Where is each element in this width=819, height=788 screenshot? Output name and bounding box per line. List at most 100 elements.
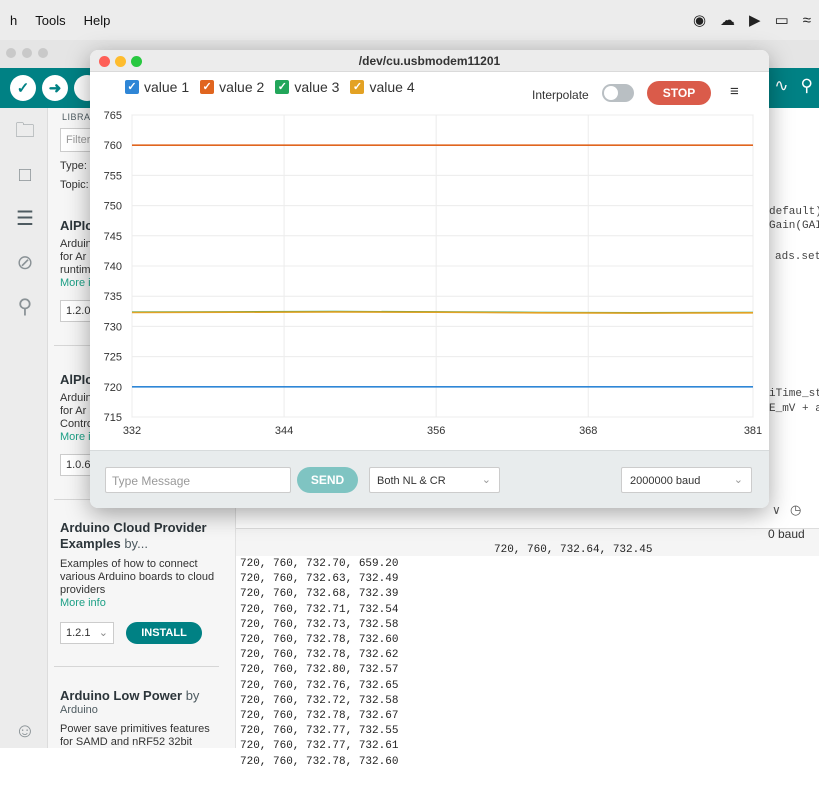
debug-icon[interactable]: ⊘ [14, 252, 36, 274]
line-ending-select[interactable]: Both NL & CR ⌄ [369, 467, 500, 493]
chevron-down-icon: ⌄ [733, 474, 743, 486]
serial-line: 720, 760, 732.68, 732.39 [240, 588, 399, 601]
x-tick-label: 368 [579, 425, 597, 437]
minimize-window-button[interactable] [115, 56, 126, 67]
play-circle-icon[interactable]: ▶ [749, 11, 761, 29]
search-icon[interactable]: ⚲ [14, 296, 36, 318]
serial-line: 720, 760, 732.70, 659.20 [240, 558, 399, 570]
menu-item-help[interactable]: Help [84, 13, 111, 28]
serial-line: 720, 760, 732.71, 732.54 [240, 603, 399, 616]
code-fragment: E_mV + a [769, 403, 819, 415]
code-fragment: ads.set [775, 251, 819, 263]
plotter-footer: Type Message SEND Both NL & CR ⌄ 2000000… [90, 450, 769, 508]
serial-plotter-icon[interactable]: ∿ [774, 76, 788, 96]
library-manager-icon[interactable]: ☰ [14, 208, 36, 230]
baud-rate-select[interactable]: 2000000 baud ⌄ [621, 467, 752, 493]
x-tick-label: 356 [427, 425, 445, 437]
stop-button[interactable]: STOP [647, 81, 711, 105]
type-label: Type: [60, 160, 87, 172]
monitor-baud-select[interactable]: 0 baud [768, 527, 805, 541]
x-axis-labels: 332 344 356 368 381 [123, 425, 762, 437]
serial-line: 720, 760, 732.64, 732.45 [494, 544, 653, 556]
library-entry: Arduino Cloud Provider Examples by... Ex… [60, 520, 220, 610]
y-tick-label: 740 [104, 261, 122, 273]
serial-line: 720, 760, 732.73, 732.58 [240, 618, 399, 631]
monitor-ending-select[interactable]: ∨ [772, 503, 781, 517]
y-tick-label: 760 [104, 140, 122, 152]
zoom-window-button[interactable] [131, 56, 142, 67]
serial-line: 720, 760, 732.78, 732.62 [240, 649, 399, 662]
camera-icon[interactable]: ◉ [693, 11, 706, 29]
serial-monitor-icon[interactable]: ⚲ [801, 76, 813, 96]
close-window-button[interactable] [6, 48, 16, 58]
plotter-title: /dev/cu.usbmodem11201 [90, 50, 769, 72]
menu-item-tools[interactable]: Tools [35, 13, 65, 28]
toolbar-right: ∿ ⚲ [774, 76, 813, 96]
interpolate-label: Interpolate [532, 88, 589, 102]
cloud-icon[interactable]: ☁ [720, 11, 735, 29]
system-tray: ◉ ☁ ▶ ▭ ≈ [693, 0, 819, 40]
divider [54, 666, 219, 667]
chevron-down-icon: ⌄ [481, 474, 491, 486]
clear-plot-icon[interactable]: ≡ [730, 83, 739, 100]
folder-icon[interactable]: 🗀 [14, 120, 36, 142]
wifi-icon[interactable]: ≈ [803, 12, 811, 29]
y-tick-label: 755 [104, 170, 122, 182]
chevron-down-icon: ⌄ [98, 627, 108, 639]
library-entry-title: Arduino Low Power by [60, 688, 220, 704]
x-tick-label: 332 [123, 425, 141, 437]
more-info-link[interactable]: More info [60, 597, 220, 610]
verify-button[interactable]: ✓ [10, 75, 36, 101]
battery-icon[interactable]: ▭ [775, 11, 789, 29]
legend-value-3[interactable]: ✓ value 3 [275, 79, 339, 95]
version-select[interactable]: 1.2.1 ⌄ [60, 622, 114, 644]
y-tick-label: 750 [104, 201, 122, 213]
board-manager-icon[interactable]: □ [14, 164, 36, 186]
message-input[interactable]: Type Message [105, 467, 291, 493]
x-tick-label: 344 [275, 425, 293, 437]
y-tick-label: 730 [104, 321, 122, 333]
line-ending-value: Both NL & CR [377, 475, 446, 487]
legend-label: value 2 [219, 79, 265, 95]
minimize-window-button[interactable] [22, 48, 32, 58]
library-entry-title: Arduino Cloud Provider Examples by... [60, 520, 220, 552]
library-entry-by: by... [124, 536, 148, 551]
checkbox-icon[interactable]: ✓ [200, 80, 215, 94]
send-button[interactable]: SEND [297, 467, 358, 493]
account-icon[interactable]: ☺ [14, 720, 36, 742]
y-tick-label: 735 [104, 291, 122, 303]
serial-line: 720, 760, 732.78, 732.60 [240, 755, 399, 768]
chart-legend: ✓ value 1 ✓ value 2 ✓ value 3 ✓ value 4 [125, 79, 415, 95]
serial-line: 720, 760, 732.63, 732.49 [240, 573, 399, 586]
topic-label: Topic: [60, 179, 89, 191]
interpolate-toggle[interactable] [602, 84, 634, 102]
chart-grid [131, 114, 754, 418]
clock-icon[interactable]: ◷ [790, 502, 801, 518]
zoom-window-button[interactable] [38, 48, 48, 58]
menu-bar: h Tools Help ◉ ☁ ▶ ▭ ≈ [0, 0, 819, 40]
legend-value-2[interactable]: ✓ value 2 [200, 79, 264, 95]
serial-line: 720, 760, 732.77, 732.55 [240, 725, 399, 738]
library-entry-description: Power save primitives features for SAMD … [60, 723, 210, 748]
serial-line: 720, 760, 732.72, 732.58 [240, 694, 399, 707]
menu-item-app[interactable]: h [10, 13, 17, 28]
y-tick-label: 725 [104, 352, 122, 364]
library-entry-name: Arduino Low Power [60, 688, 183, 703]
checkbox-icon[interactable]: ✓ [125, 80, 139, 94]
code-fragment: iTime_st [769, 388, 819, 400]
upload-button[interactable]: ➜ [42, 75, 68, 101]
y-tick-label: 745 [104, 231, 122, 243]
legend-value-4[interactable]: ✓ value 4 [350, 79, 415, 95]
close-window-button[interactable] [99, 56, 110, 67]
serial-line: 720, 760, 732.78, 732.67 [240, 710, 399, 722]
checkbox-icon[interactable]: ✓ [350, 80, 365, 94]
serial-line: 720, 760, 732.80, 732.57 [240, 664, 399, 677]
code-fragment: Gain(GAI [769, 220, 819, 232]
legend-value-1[interactable]: ✓ value 1 [125, 79, 189, 95]
checkbox-icon[interactable]: ✓ [275, 80, 290, 94]
legend-label: value 3 [294, 79, 340, 95]
install-button[interactable]: INSTALL [126, 622, 202, 644]
arrow-right-icon: ➜ [48, 80, 62, 97]
serial-line: 720, 760, 732.76, 732.65 [240, 679, 399, 692]
library-entry-by: by [185, 688, 200, 703]
